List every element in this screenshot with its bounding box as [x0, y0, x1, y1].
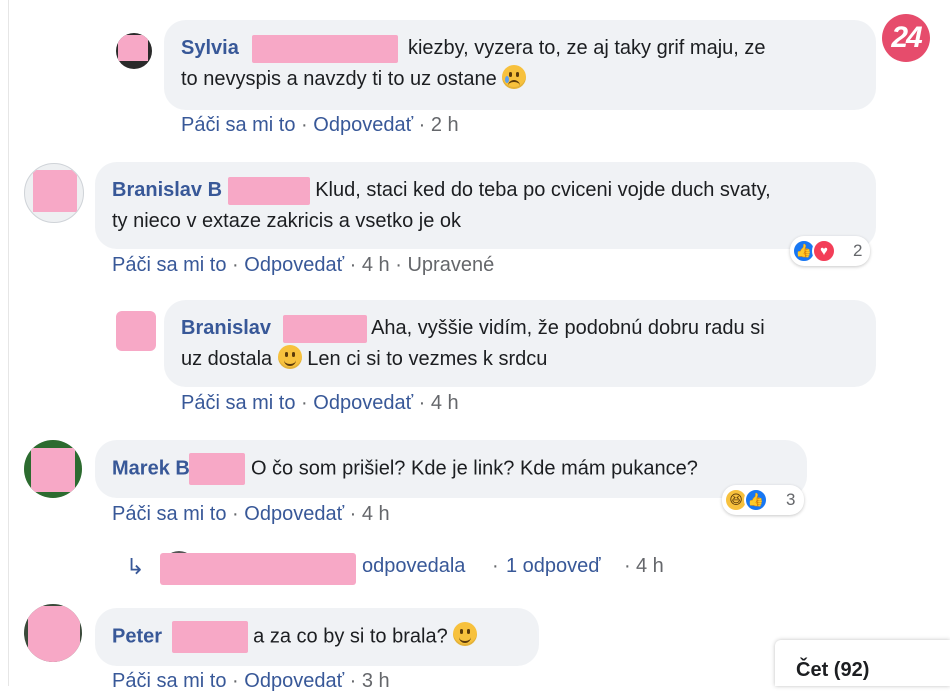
comment-actions: Páči sa mi to · Odpovedať · 4 h · Uprave…: [112, 254, 494, 277]
avatar[interactable]: [116, 33, 152, 69]
reply-link[interactable]: Odpovedať: [244, 670, 344, 692]
reply-link[interactable]: Odpovedať: [313, 114, 413, 136]
timestamp[interactable]: 4 h: [362, 503, 390, 525]
separator: ·: [418, 392, 426, 414]
reply-link[interactable]: Odpovedať: [313, 392, 413, 414]
redacted-surname: [252, 34, 399, 63]
comment-bubble: Sylvia kiezby, vyzera to, ze aj taky gri…: [164, 20, 876, 110]
comment-actions: Páči sa mi to · Odpovedať · 2 h: [181, 114, 459, 137]
crying-face-emoji-icon: [502, 65, 527, 89]
comment-author[interactable]: Branislav: [181, 317, 271, 339]
comment-author[interactable]: Branislav B: [112, 179, 222, 201]
separator: ·: [349, 503, 357, 525]
site-logo-badge: 24: [882, 14, 930, 62]
avatar[interactable]: [24, 604, 82, 662]
reaction-summary[interactable]: 👍 ♥ 2: [790, 236, 870, 266]
comment-author[interactable]: Sylvia: [181, 37, 239, 59]
avatar[interactable]: [24, 163, 84, 223]
reaction-count: 2: [853, 241, 863, 260]
love-reaction-icon: ♥: [812, 239, 836, 263]
separator: ·: [232, 503, 239, 525]
comment-author[interactable]: Peter: [112, 625, 162, 647]
comment-text: to nevyspis a navzdy ti to uz ostane: [181, 68, 497, 90]
comment-text: uz dostala: [181, 348, 273, 370]
avatar[interactable]: [24, 440, 82, 498]
reply-summary-verb[interactable]: odpovedala: [362, 555, 465, 578]
timestamp[interactable]: 4 h: [362, 254, 390, 276]
separator: ·: [301, 392, 308, 414]
comment-bubble: Marek B O čo som prišiel? Kde je link? K…: [95, 440, 807, 498]
reply-summary[interactable]: ↳ odpovedala · 1 odpoveď · 4 h: [124, 551, 684, 585]
comment-actions: Páči sa mi to · Odpovedať · 3 h: [112, 670, 390, 693]
comment-text: O čo som prišiel? Kde je link? Kde mám p…: [250, 457, 698, 480]
smiling-face-emoji-icon: [277, 345, 302, 369]
like-link[interactable]: Páči sa mi to: [112, 254, 226, 276]
separator: ·: [418, 114, 426, 136]
reaction-summary[interactable]: 😆 👍 3: [722, 485, 804, 515]
comment-text: Klud, staci ked do teba po cviceni vojde…: [315, 179, 771, 201]
separator: ·: [349, 670, 357, 692]
like-link[interactable]: Páči sa mi to: [181, 114, 295, 136]
separator: ·: [395, 254, 402, 276]
chat-panel[interactable]: Čet (92): [775, 640, 950, 686]
separator: ·: [349, 254, 357, 276]
left-border: [8, 0, 9, 686]
avatar[interactable]: [116, 311, 156, 351]
reply-link[interactable]: Odpovedať: [244, 254, 344, 276]
comment-author[interactable]: Marek B: [112, 457, 190, 479]
redacted-name: [160, 553, 356, 585]
comment-text: Aha, vyššie vidím, že podobnú dobru radu…: [371, 317, 765, 339]
reply-arrow-icon: ↳: [126, 554, 145, 579]
timestamp[interactable]: 4 h: [636, 555, 664, 578]
like-link[interactable]: Páči sa mi to: [112, 670, 226, 692]
like-link[interactable]: Páči sa mi to: [181, 392, 295, 414]
like-reaction-icon: 👍: [744, 488, 768, 512]
timestamp[interactable]: 3 h: [362, 670, 390, 692]
redacted-surname: [171, 621, 248, 653]
redacted-surname: [227, 176, 310, 205]
separator: ·: [624, 555, 631, 577]
comment-text: ty nieco v extaze zakricis a vsetko je o…: [112, 210, 462, 232]
timestamp[interactable]: 4 h: [431, 392, 459, 414]
reply-count[interactable]: 1 odpoveď: [506, 555, 601, 578]
redacted-surname: [189, 453, 246, 485]
edited-label[interactable]: Upravené: [407, 254, 494, 276]
chat-label[interactable]: Čet (92): [796, 659, 869, 682]
separator: ·: [492, 555, 499, 577]
separator: ·: [232, 254, 239, 276]
like-link[interactable]: Páči sa mi to: [112, 503, 226, 525]
comment-bubble: Peter a za co by si to brala?: [95, 608, 539, 666]
comment-text: kiezby, vyzera to, ze aj taky grif maju,…: [407, 37, 766, 59]
comment-text: a za co by si to brala?: [253, 625, 448, 648]
separator: ·: [232, 670, 239, 692]
comment-actions: Páči sa mi to · Odpovedať · 4 h: [181, 392, 459, 415]
comment-bubble: Branislav Aha, vyššie vidím, že podobnú …: [164, 300, 876, 387]
comment-text: Len ci si to vezmes k srdcu: [307, 348, 548, 370]
separator: ·: [301, 114, 308, 136]
smiling-face-emoji-icon: [453, 622, 478, 647]
timestamp[interactable]: 2 h: [431, 114, 459, 136]
comment-bubble: Branislav B Klud, staci ked do teba po c…: [95, 162, 876, 249]
comment-actions: Páči sa mi to · Odpovedať · 4 h: [112, 503, 390, 526]
redacted-surname: [282, 314, 367, 343]
reaction-count: 3: [786, 490, 796, 509]
reply-link[interactable]: Odpovedať: [244, 503, 344, 525]
